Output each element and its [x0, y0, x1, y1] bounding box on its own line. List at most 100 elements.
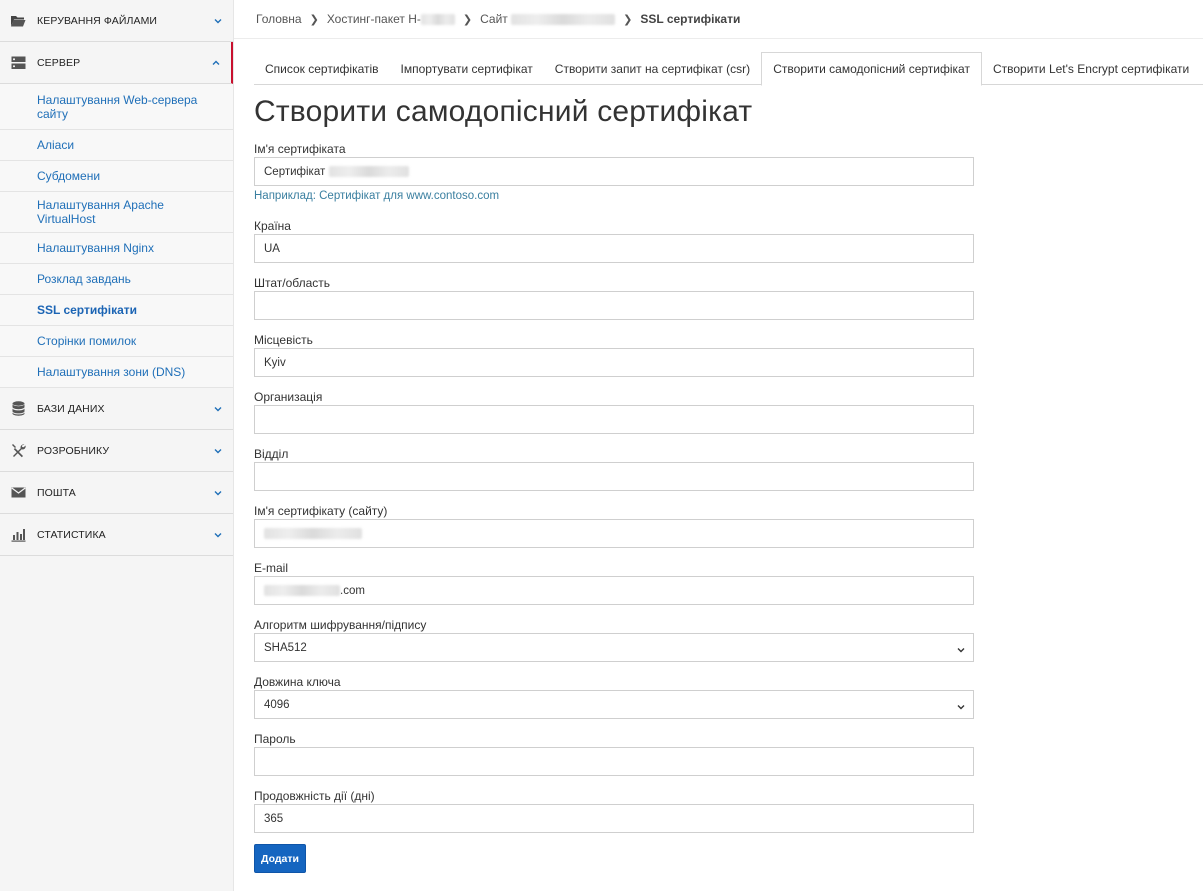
page-title: Створити самодопісний сертифікат	[254, 95, 753, 128]
certificate-form: Ім'я сертифіката Сертифікат Наприклад: С…	[254, 141, 974, 873]
cert-name-hint: Наприклад: Сертифікат для www.contoso.co…	[254, 190, 500, 202]
chevron-down-icon	[213, 530, 223, 540]
organization-label: Организація	[254, 390, 323, 404]
key-length-value: 4096	[264, 698, 290, 711]
country-input[interactable]: UA	[254, 234, 974, 263]
field-country: Країна UA	[254, 218, 974, 275]
sidebar-section-server[interactable]: Сервер	[0, 42, 233, 84]
chevron-down-icon	[213, 404, 223, 414]
main-content: Головна ❯ Хостинг-пакет H- ❯ Сайт ❯ SSL …	[234, 0, 1203, 891]
validity-input[interactable]: 365	[254, 804, 974, 833]
cert-name-input[interactable]: Сертифікат	[254, 157, 974, 186]
cert-name-label: Ім'я сертифіката	[254, 142, 346, 156]
divider	[234, 38, 1203, 39]
server-icon	[10, 55, 26, 71]
breadcrumb-site[interactable]: Сайт	[480, 12, 616, 26]
field-password: Пароль	[254, 731, 974, 788]
locality-label: Місцевість	[254, 333, 313, 347]
field-cert-name: Ім'я сертифіката Сертифікат Наприклад: С…	[254, 141, 974, 203]
database-icon	[10, 401, 26, 417]
breadcrumb-site-label: Сайт	[480, 12, 508, 26]
sidebar-section-files[interactable]: Керування файлами	[0, 0, 233, 42]
sidebar-section-title: Керування файлами	[37, 14, 158, 27]
sidebar-item-web-server[interactable]: Налаштування Web-сервера сайту	[0, 84, 233, 130]
breadcrumb-home[interactable]: Головна	[256, 12, 302, 26]
chevron-down-icon	[213, 488, 223, 498]
sidebar-item-ssl[interactable]: SSL сертифікати	[0, 295, 233, 326]
algorithm-value: SHA512	[264, 641, 307, 654]
sidebar-item-apache-virtualhost[interactable]: Налаштування Apache VirtualHost	[0, 192, 233, 233]
key-length-select[interactable]: 4096	[254, 690, 974, 719]
password-input[interactable]	[254, 747, 974, 776]
password-label: Пароль	[254, 732, 296, 746]
organization-input[interactable]	[254, 405, 974, 434]
tab-create-letsencrypt[interactable]: Створити Let's Encrypt сертифікати	[982, 52, 1200, 85]
redacted-text	[264, 528, 362, 539]
sidebar-section-developer[interactable]: Розробнику	[0, 430, 233, 472]
department-label: Відділ	[254, 447, 289, 461]
folder-icon	[10, 13, 26, 29]
tab-import-certificate[interactable]: Імпортувати сертифікат	[390, 52, 544, 85]
breadcrumb: Головна ❯ Хостинг-пакет H- ❯ Сайт ❯ SSL …	[256, 12, 740, 26]
bar-chart-icon	[10, 527, 26, 543]
email-input[interactable]: .com	[254, 576, 974, 605]
field-algorithm: Алгоритм шифрування/підпису SHA512	[254, 617, 974, 674]
algorithm-select[interactable]: SHA512	[254, 633, 974, 662]
email-value: .com	[340, 584, 365, 597]
field-common-name: Ім'я сертифікату (сайту)	[254, 503, 974, 560]
sidebar-section-databases[interactable]: Бази даних	[0, 388, 233, 430]
cert-name-value: Сертифікат	[264, 165, 326, 178]
department-input[interactable]	[254, 462, 974, 491]
locality-input[interactable]: Kyiv	[254, 348, 974, 377]
sidebar-item-cron[interactable]: Розклад завдань	[0, 264, 233, 295]
sidebar-section-title: Сервер	[37, 56, 81, 69]
sidebar-section-title: Бази даних	[37, 402, 105, 415]
chevron-right-icon: ❯	[623, 13, 633, 26]
add-button[interactable]: Додати	[254, 844, 306, 873]
redacted-text	[420, 14, 455, 26]
tab-certificate-list[interactable]: Список сертифікатів	[254, 52, 390, 85]
email-label: E-mail	[254, 561, 289, 575]
envelope-icon	[10, 485, 26, 501]
tab-create-self-signed[interactable]: Створити самодопісний сертифікат	[761, 52, 982, 86]
sidebar: Керування файлами Сервер Налаштування We…	[0, 0, 234, 891]
field-key-length: Довжина ключа 4096	[254, 674, 974, 731]
field-department: Відділ	[254, 446, 974, 503]
tab-bar: Список сертифікатів Імпортувати сертифік…	[254, 52, 1203, 86]
common-name-input[interactable]	[254, 519, 974, 548]
server-submenu: Налаштування Web-сервера сайту Аліаси Су…	[0, 84, 233, 388]
state-label: Штат/область	[254, 276, 331, 290]
sidebar-item-subdomains[interactable]: Субдомени	[0, 161, 233, 192]
chevron-down-icon	[957, 701, 965, 710]
field-state: Штат/область	[254, 275, 974, 332]
state-input[interactable]	[254, 291, 974, 320]
sidebar-item-aliases[interactable]: Аліаси	[0, 130, 233, 161]
redacted-text	[329, 166, 410, 177]
sidebar-item-dns[interactable]: Налаштування зони (DNS)	[0, 357, 233, 388]
chevron-right-icon: ❯	[309, 13, 319, 26]
tools-icon	[10, 443, 26, 459]
sidebar-item-nginx[interactable]: Налаштування Nginx	[0, 233, 233, 264]
country-label: Країна	[254, 219, 291, 233]
sidebar-section-title: Пошта	[37, 486, 76, 499]
common-name-label: Ім'я сертифікату (сайту)	[254, 504, 388, 518]
chevron-right-icon: ❯	[462, 13, 473, 26]
sidebar-item-error-pages[interactable]: Сторінки помилок	[0, 326, 233, 357]
sidebar-section-title: Статистика	[37, 528, 106, 541]
country-value: UA	[264, 242, 280, 255]
algorithm-label: Алгоритм шифрування/підпису	[254, 618, 427, 632]
sidebar-section-title: Розробнику	[37, 444, 110, 457]
sidebar-section-stats[interactable]: Статистика	[0, 514, 233, 556]
tab-create-csr[interactable]: Створити запит на сертифікат (csr)	[544, 52, 761, 85]
redacted-text	[511, 14, 616, 26]
sidebar-section-mail[interactable]: Пошта	[0, 472, 233, 514]
breadcrumb-package-label: Хостинг-пакет H-	[326, 12, 421, 26]
field-locality: Місцевість Kyiv	[254, 332, 974, 389]
field-validity: Продовжність дії (дні) 365	[254, 788, 974, 845]
validity-label: Продовжність дії (дні)	[254, 789, 375, 803]
validity-value: 365	[264, 812, 284, 825]
redacted-text	[264, 585, 340, 596]
breadcrumb-package[interactable]: Хостинг-пакет H-	[327, 12, 455, 26]
chevron-down-icon	[213, 16, 223, 26]
locality-value: Kyiv	[264, 356, 286, 369]
